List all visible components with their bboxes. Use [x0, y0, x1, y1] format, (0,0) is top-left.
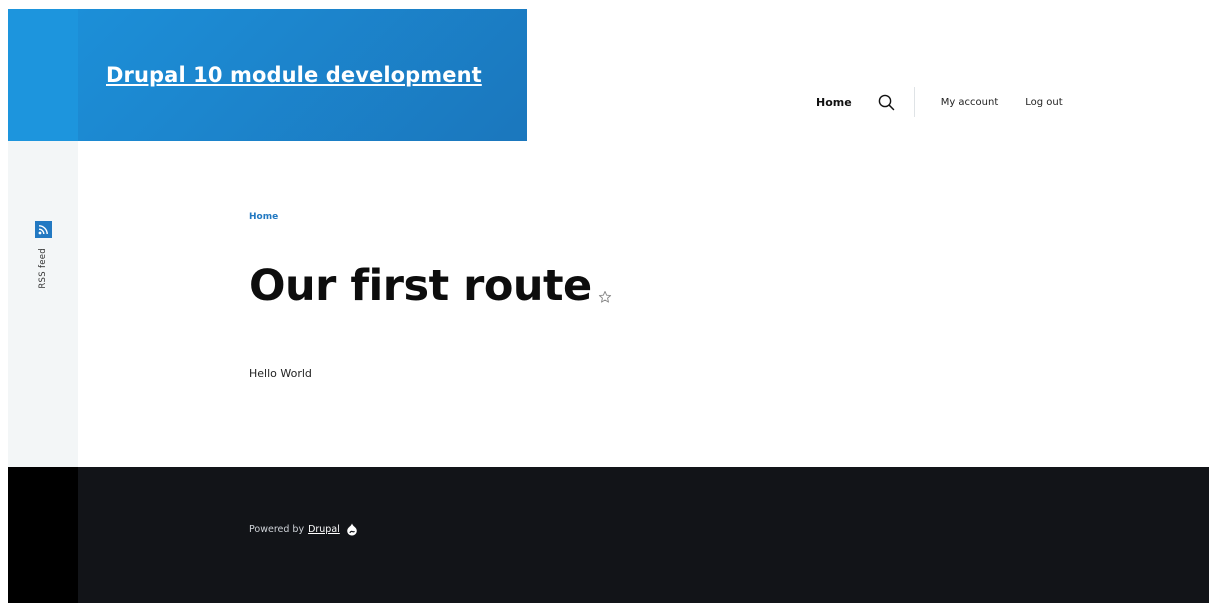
star-icon[interactable]: [598, 289, 612, 303]
social-bar-top-strip: [8, 9, 78, 141]
breadcrumb-home[interactable]: Home: [249, 212, 278, 222]
body-text: Hello World: [249, 367, 312, 380]
rss-feed-label: RSS feed: [38, 248, 48, 289]
powered-by-prefix: Powered by: [249, 524, 305, 535]
search-icon[interactable]: [877, 92, 897, 112]
title-row: Our first route: [249, 261, 612, 311]
site-branding: Drupal 10 module development: [78, 9, 527, 141]
rss-feed-link[interactable]: RSS feed: [8, 221, 78, 289]
social-bar: RSS feed: [8, 9, 78, 467]
log-out-link[interactable]: Log out: [1025, 97, 1062, 108]
footer-left-strip: [8, 467, 78, 603]
page-title: Our first route: [249, 261, 592, 311]
drupal-link[interactable]: Drupal: [308, 524, 340, 535]
drupal-drop-icon: [346, 523, 358, 536]
rss-icon: [34, 221, 52, 238]
nav-divider: [913, 87, 915, 117]
site-footer: Powered by Drupal: [8, 467, 1209, 603]
primary-nav: Home My account Log out: [816, 87, 1063, 117]
page: RSS feed Drupal 10 module development Ho…: [8, 9, 1209, 603]
my-account-link[interactable]: My account: [941, 97, 999, 108]
nav-home-link[interactable]: Home: [816, 96, 852, 109]
powered-by: Powered by Drupal: [249, 523, 358, 536]
site-name-link[interactable]: Drupal 10 module development: [106, 63, 482, 87]
